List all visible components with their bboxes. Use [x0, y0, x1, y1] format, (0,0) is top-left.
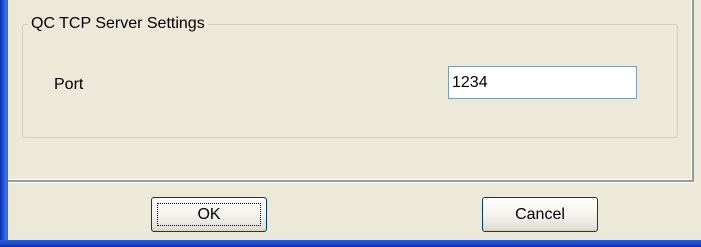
window-frame-left: [0, 0, 8, 247]
ok-button-label: OK: [197, 206, 221, 223]
ok-button[interactable]: OK: [151, 197, 267, 232]
window-frame-bottom: [0, 240, 701, 247]
cancel-button[interactable]: Cancel: [482, 197, 598, 232]
port-input[interactable]: [448, 66, 637, 99]
port-label: Port: [54, 76, 84, 93]
tab-panel-edge: [8, 182, 696, 183]
group-title: QC TCP Server Settings: [28, 14, 208, 34]
